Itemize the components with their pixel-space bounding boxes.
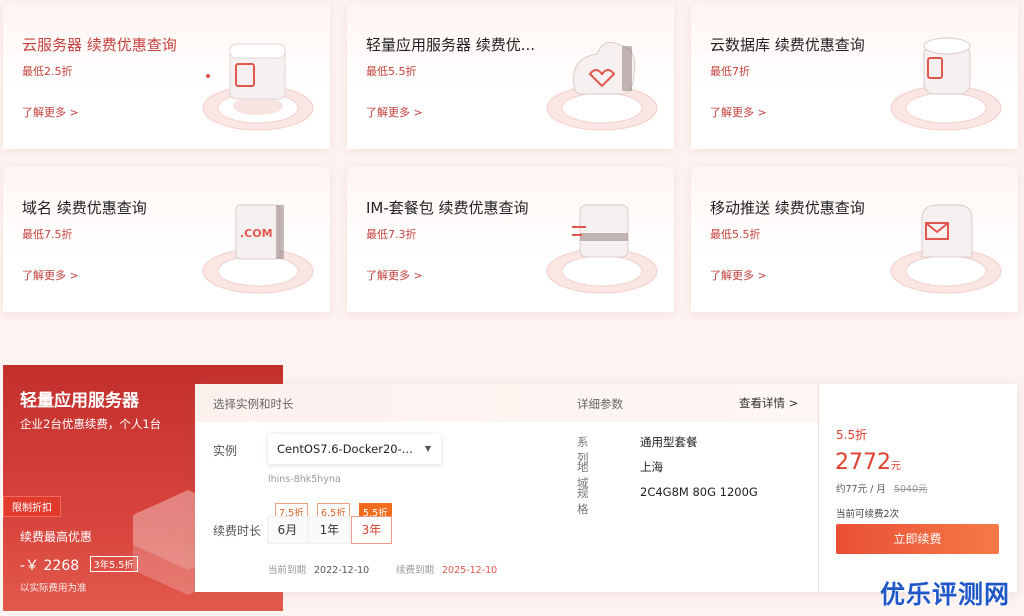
detail-header: 详细参数	[577, 397, 623, 411]
renew-expire-label: 续费到期	[396, 565, 435, 576]
duration-6m[interactable]: 7.5折 6月	[267, 502, 308, 544]
duration-label: 续费时长	[213, 524, 262, 538]
card-discount: 最低5.5折	[366, 65, 417, 78]
card-discount: 最低7.5折	[22, 228, 73, 241]
card-database[interactable]: 云数据库 续费优惠查询 最低7折 了解更多 >	[691, 4, 1018, 149]
card-discount: 最低2.5折	[22, 65, 73, 78]
current-expire-label: 当前到期	[268, 565, 307, 576]
learn-more-link[interactable]: 了解更多 >	[22, 267, 79, 283]
lighthouse-icon	[546, 41, 658, 131]
renew-expire: 续费到期 2025-12-10	[396, 562, 497, 576]
spec-value: 2C4G8M 80G 1200G	[640, 485, 758, 499]
per-month-text: 约77元 / 月	[836, 484, 886, 495]
domain-icon-text: .COM	[240, 227, 273, 240]
duration-label: 6月	[267, 516, 308, 544]
divider	[818, 384, 819, 592]
current-expire: 当前到期 2022-12-10	[268, 562, 369, 576]
instance-id: lhins-8hk5hyna	[268, 474, 341, 485]
card-discount: 最低7折	[710, 65, 750, 78]
card-discount: 最低5.5折	[710, 228, 761, 241]
price-per-month: 约77元 / 月 5040元	[836, 481, 928, 495]
spec-key: 规格	[577, 486, 589, 516]
current-expire-date: 2022-12-10	[314, 565, 370, 576]
card-title: 云数据库 续费优惠查询	[710, 36, 865, 54]
original-price: 5040元	[893, 484, 928, 495]
instance-value: CentOS7.6-Docker20-...	[277, 442, 413, 456]
view-detail-link[interactable]: 查看详情 >	[739, 395, 798, 411]
learn-more-link[interactable]: 了解更多 >	[366, 104, 423, 120]
spec-value: 通用型套餐	[640, 435, 698, 449]
card-cloud-server[interactable]: 云服务器 续费优惠查询 最低2.5折 了解更多 >	[3, 4, 330, 149]
learn-more-link[interactable]: 了解更多 >	[710, 267, 767, 283]
duration-1y[interactable]: 6.5折 1年	[309, 502, 350, 544]
duration-label: 1年	[309, 516, 350, 544]
card-title: IM-套餐包 续费优惠查询	[366, 199, 529, 217]
domain-icon: .COM	[202, 204, 314, 294]
renewal-panel: 选择实例和时长 详细参数 查看详情 > 实例 CentOS7.6-Docker2…	[195, 384, 1017, 592]
cloud-server-icon	[202, 43, 314, 131]
learn-more-link[interactable]: 了解更多 >	[710, 104, 767, 120]
duration-3y[interactable]: 5.5折 3年	[351, 502, 392, 544]
learn-more-link[interactable]: 了解更多 >	[22, 104, 79, 120]
caret-down-icon: ▼	[424, 444, 431, 453]
promo-title: 轻量应用服务器	[20, 391, 139, 411]
renew-expire-date: 2025-12-10	[442, 565, 498, 576]
price-amount: 2772元	[835, 450, 901, 475]
renew-now-button[interactable]: 立即续费	[836, 524, 999, 554]
instance-select[interactable]: CentOS7.6-Docker20-... ▼	[268, 434, 441, 464]
select-header: 选择实例和时长	[213, 397, 294, 411]
card-domain[interactable]: 域名 续费优惠查询 最低7.5折 了解更多 > .COM	[3, 167, 330, 312]
card-title: 云服务器 续费优惠查询	[22, 36, 177, 54]
learn-more-link[interactable]: 了解更多 >	[366, 267, 423, 283]
card-discount: 最低7.3折	[366, 228, 417, 241]
im-icon	[546, 204, 658, 294]
spec-value: 上海	[640, 460, 663, 474]
promo-subtitle: 企业2台优惠续费，个人1台	[20, 417, 162, 431]
card-title: 域名 续费优惠查询	[22, 199, 147, 217]
price-value: 2772	[835, 450, 891, 475]
save-pill: 3年5.5折	[89, 556, 138, 572]
promo-best: 续费最高优惠	[20, 530, 93, 544]
product-cards: 云服务器 续费优惠查询 最低2.5折 了解更多 > 轻量应用服务器 续费优...…	[3, 4, 1021, 314]
card-push[interactable]: 移动推送 续费优惠查询 最低5.5折 了解更多 >	[691, 167, 1018, 312]
price-discount: 5.5折	[836, 428, 868, 442]
card-im[interactable]: IM-套餐包 续费优惠查询 最低7.3折 了解更多 >	[347, 167, 674, 312]
card-title: 轻量应用服务器 续费优...	[366, 36, 536, 54]
promo-note: 以实际费用为准	[20, 583, 87, 594]
duration-label: 3年	[351, 516, 392, 544]
limited-discount-tag: 限制折扣	[3, 496, 61, 517]
renew-left: 当前可续费2次	[836, 509, 900, 520]
price-unit: 元	[891, 461, 901, 472]
card-lighthouse[interactable]: 轻量应用服务器 续费优... 最低5.5折 了解更多 >	[347, 4, 674, 149]
card-title: 移动推送 续费优惠查询	[710, 199, 865, 217]
promo-save: -￥ 2268 3年5.5折	[20, 555, 138, 575]
watermark: 优乐评测网	[879, 580, 1010, 609]
save-amount: -￥ 2268	[20, 558, 80, 574]
push-icon	[890, 204, 1002, 294]
database-icon	[890, 37, 1002, 131]
instance-label: 实例	[213, 444, 238, 458]
